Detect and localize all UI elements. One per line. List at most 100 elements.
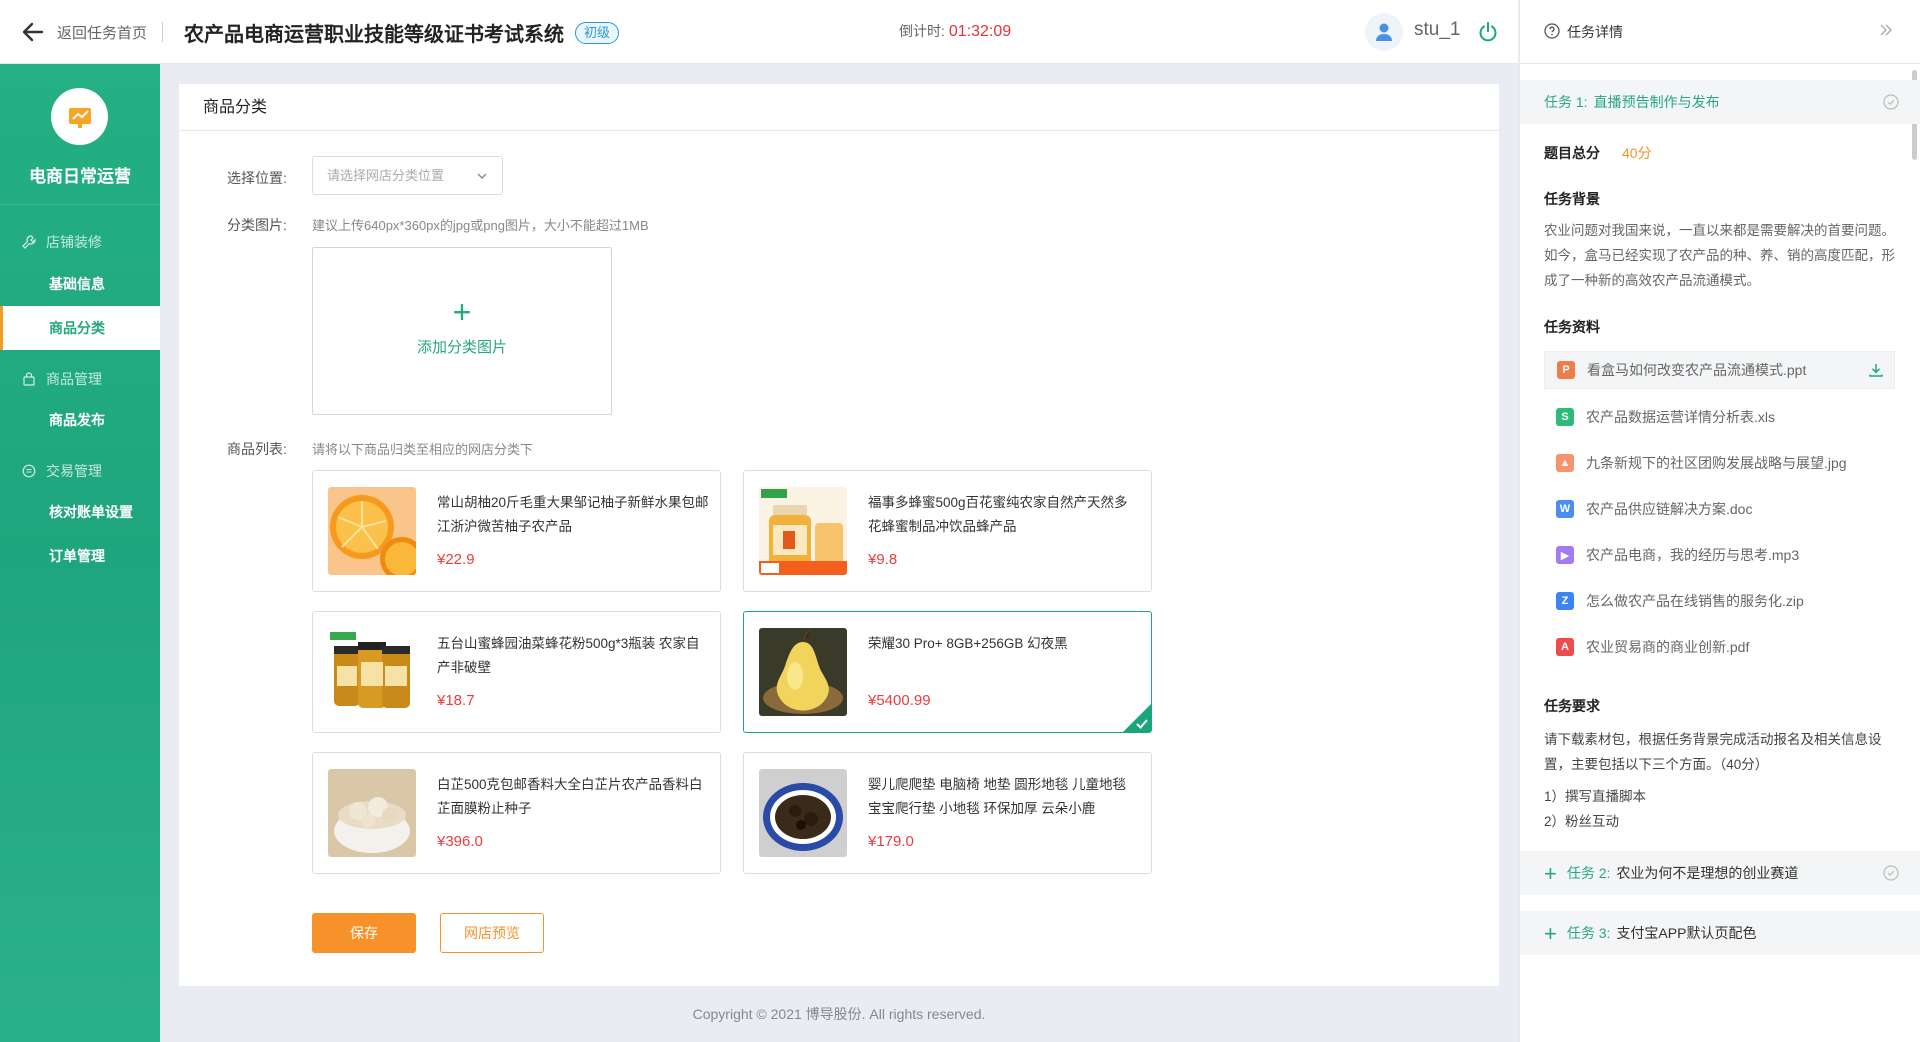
product-list-hint: 请将以下商品归类至相应的网店分类下 bbox=[312, 442, 534, 457]
username[interactable]: stu_1 bbox=[1414, 19, 1460, 41]
task-title: 支付宝APP默认页配色 bbox=[1616, 925, 1757, 941]
product-name: 荣耀30 Pro+ 8GB+256GB 幻夜黑 bbox=[868, 636, 1068, 651]
task-2-header[interactable]: + 任务 2: 农业为何不是理想的创业赛道 bbox=[1520, 851, 1920, 895]
sidebar-group-trade-management[interactable]: 交易管理 bbox=[22, 461, 102, 481]
sidebar-item-product-category[interactable]: 商品分类 bbox=[0, 306, 160, 350]
requirement-item: 1）撰写直播脚本 bbox=[1544, 789, 1647, 804]
audio-icon: ▶ bbox=[1556, 546, 1574, 564]
file-item[interactable]: Z 怎么做农产品在线销售的服务化.zip bbox=[1544, 582, 1895, 620]
upload-text: 添加分类图片 bbox=[416, 339, 507, 356]
ppt-icon: P bbox=[1557, 361, 1575, 379]
upload-category-image[interactable]: + 添加分类图片 bbox=[312, 247, 612, 415]
file-item[interactable]: P 看盒马如何改变农产品流通模式.ppt bbox=[1544, 351, 1895, 389]
file-item[interactable]: W 农产品供应链解决方案.doc bbox=[1544, 490, 1895, 528]
task-detail-panel: 任务详情 任务 1: 直播预告制作与发布 题目总分 40分 任务背景 农业问题对我国… bbox=[1519, 0, 1920, 1042]
score-row: 题目总分 40分 bbox=[1544, 143, 1652, 163]
task-number: 任务 1: bbox=[1544, 94, 1588, 110]
product-name: 白芷500克包邮香料大全白芷片农产品香料白芷面膜粉止种子 bbox=[437, 777, 703, 816]
divider bbox=[162, 22, 163, 42]
sidebar-group-label: 交易管理 bbox=[46, 463, 102, 479]
task-3-header[interactable]: + 任务 3: 支付宝APP默认页配色 bbox=[1520, 911, 1920, 955]
image-icon: ▲ bbox=[1556, 454, 1574, 472]
product-image-bee-pollen bbox=[328, 628, 416, 716]
plus-icon: + bbox=[1544, 861, 1557, 886]
app-name: 电商日常运营 bbox=[29, 167, 131, 186]
save-button[interactable]: 保存 bbox=[312, 913, 416, 953]
zip-icon: Z bbox=[1556, 592, 1574, 610]
product-price: ¥396.0 bbox=[437, 833, 483, 850]
sidebar-item-basic-info[interactable]: 基础信息 bbox=[0, 262, 160, 306]
file-name: 农业贸易商的商业创新.pdf bbox=[1586, 639, 1750, 655]
file-item[interactable]: A 农业贸易商的商业创新.pdf bbox=[1544, 628, 1895, 666]
page-title: 商品分类 bbox=[179, 84, 1499, 131]
check-icon bbox=[1136, 719, 1148, 729]
file-item[interactable]: ▶ 农产品电商，我的经历与思考.mp3 bbox=[1544, 536, 1895, 574]
file-name: 农产品数据运营详情分析表.xls bbox=[1586, 409, 1775, 425]
file-name: 农产品电商，我的经历与思考.mp3 bbox=[1586, 547, 1800, 563]
select-placeholder: 请选择网店分类位置 bbox=[327, 168, 445, 183]
countdown-value: 01:32:09 bbox=[948, 23, 1012, 40]
countdown-label: 倒计时: bbox=[899, 23, 945, 39]
double-chevron-right-icon[interactable] bbox=[1878, 22, 1894, 38]
panel-title: 任务详情 bbox=[1567, 24, 1623, 40]
requirements-label: 任务要求 bbox=[1544, 698, 1600, 714]
product-price: ¥18.7 bbox=[437, 692, 475, 709]
plus-icon: + bbox=[452, 294, 472, 330]
background-label: 任务背景 bbox=[1544, 191, 1600, 207]
product-card[interactable]: 白芷500克包邮香料大全白芷片农产品香料白芷面膜粉止种子 ¥396.0 bbox=[312, 752, 721, 874]
sidebar-item-product-publish[interactable]: 商品发布 bbox=[0, 398, 160, 442]
score-label: 题目总分 bbox=[1544, 145, 1600, 161]
footer-copyright: Copyright © 2021 博导股份. All rights reserv… bbox=[692, 1006, 986, 1022]
file-item[interactable]: S 农产品数据运营详情分析表.xls bbox=[1544, 398, 1895, 436]
category-position-select[interactable]: 请选择网店分类位置 bbox=[312, 156, 503, 195]
sidebar-group-product-management[interactable]: 商品管理 bbox=[22, 369, 102, 389]
chart-board-icon bbox=[68, 107, 91, 128]
panel-header: 任务详情 bbox=[1520, 0, 1920, 64]
app-logo bbox=[51, 88, 108, 145]
avatar[interactable] bbox=[1365, 13, 1403, 51]
download-icon[interactable] bbox=[1868, 362, 1884, 378]
background-text: 农业问题对我国来说，一直以来都是需要解决的首要问题。如今，盒马已经实现了农产品的… bbox=[1544, 223, 1895, 288]
sidebar-group-store-decoration[interactable]: 店铺装修 bbox=[22, 232, 102, 252]
product-card[interactable]: 婴儿爬爬垫 电脑椅 地垫 圆形地毯 儿童地毯 宝宝爬行垫 小地毯 环保加厚 云朵… bbox=[743, 752, 1152, 874]
product-card[interactable]: 五台山蜜蜂园油菜蜂花粉500g*3瓶装 农家自产非破壁 ¥18.7 bbox=[312, 611, 721, 733]
product-card[interactable]: 常山胡柚20斤毛重大果邹记柚子新鲜水果包邮江浙沪微苦柚子农产品 ¥22.9 bbox=[312, 470, 721, 592]
product-price: ¥179.0 bbox=[868, 833, 914, 850]
level-badge: 初级 bbox=[575, 22, 620, 44]
bag-icon bbox=[23, 372, 35, 386]
power-icon[interactable] bbox=[1477, 21, 1499, 43]
product-price: ¥9.8 bbox=[868, 551, 898, 568]
product-image-honey bbox=[759, 487, 847, 575]
wrench-icon bbox=[22, 235, 36, 249]
check-circle-icon bbox=[1883, 94, 1899, 110]
file-name: 九条新规下的社区团购发展战略与展望.jpg bbox=[1586, 455, 1847, 471]
score-value: 40分 bbox=[1622, 145, 1652, 161]
file-name: 怎么做农产品在线销售的服务化.zip bbox=[1586, 593, 1804, 609]
product-card[interactable]: 福事多蜂蜜500g百花蜜纯农家自然产天然多花蜂蜜制品冲饮品蜂产品 ¥9.8 bbox=[743, 470, 1152, 592]
store-preview-button[interactable]: 网店预览 bbox=[440, 913, 544, 953]
file-item[interactable]: ▲ 九条新规下的社区团购发展战略与展望.jpg bbox=[1544, 444, 1895, 482]
requirements-text: 请下载素材包，根据任务背景完成活动报名及相关信息设置，主要包括以下三个方面。（4… bbox=[1544, 732, 1882, 772]
product-card-selected[interactable]: 荣耀30 Pro+ 8GB+256GB 幻夜黑 ¥5400.99 bbox=[743, 611, 1152, 733]
plus-icon: + bbox=[1544, 921, 1557, 946]
doc-icon: W bbox=[1556, 500, 1574, 518]
sidebar-item-order-management[interactable]: 订单管理 bbox=[0, 534, 160, 578]
product-image-angelica bbox=[328, 769, 416, 857]
image-label: 分类图片: bbox=[227, 217, 287, 233]
task-1-header[interactable]: 任务 1: 直播预告制作与发布 bbox=[1520, 80, 1920, 124]
product-name: 常山胡柚20斤毛重大果邹记柚子新鲜水果包邮江浙沪微苦柚子农产品 bbox=[437, 495, 709, 534]
back-to-home-link[interactable]: 返回任务首页 bbox=[57, 22, 147, 43]
task-number: 任务 2: bbox=[1566, 865, 1611, 881]
product-image-grapefruit bbox=[328, 487, 416, 575]
requirement-item: 2）粉丝互动 bbox=[1544, 814, 1620, 829]
sidebar-group-label: 店铺装修 bbox=[46, 234, 102, 250]
xls-icon: S bbox=[1556, 408, 1574, 426]
product-name: 福事多蜂蜜500g百花蜜纯农家自然产天然多花蜂蜜制品冲饮品蜂产品 bbox=[868, 495, 1128, 534]
file-name: 看盒马如何改变农产品流通模式.ppt bbox=[1587, 362, 1807, 378]
image-hint: 建议上传640px*360px的jpg或png图片，大小不能超过1MB bbox=[312, 218, 649, 233]
currency-icon bbox=[22, 464, 36, 478]
sidebar: 电商日常运营 店铺装修 基础信息 商品分类 商品管理 商品发布 交易管理 核对账… bbox=[0, 64, 160, 1042]
sidebar-item-bill-settings[interactable]: 核对账单设置 bbox=[0, 490, 160, 534]
divider bbox=[0, 204, 160, 205]
back-arrow-icon[interactable] bbox=[20, 19, 46, 45]
